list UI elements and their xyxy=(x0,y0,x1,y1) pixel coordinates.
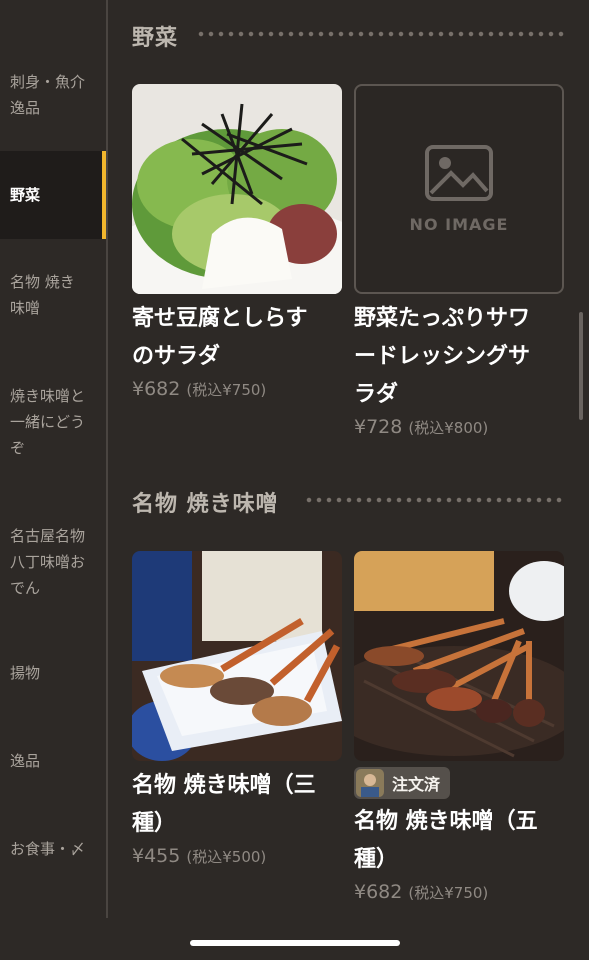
sidebar-item-label: 焼き味噌と xyxy=(10,387,86,405)
menu-list: 野菜 寄せ豆腐としらす のサラダ ¥682 (税込¥750) NO IMAGE … xyxy=(108,0,589,960)
category-sidebar: 刺身・魚介逸品 野菜 名物 焼き味噌 焼き味噌と一緒にどうぞ 名古屋名物八丁味噌… xyxy=(0,0,108,918)
sidebar-item-meals[interactable]: お食事・〆 xyxy=(0,834,106,864)
sidebar-item-label: ぞ xyxy=(10,439,26,457)
ordered-badge-label: 注文済 xyxy=(392,775,441,794)
no-image-placeholder: NO IMAGE xyxy=(354,84,564,294)
no-image-label: NO IMAGE xyxy=(409,214,509,234)
sidebar-item-sashimi[interactable]: 刺身・魚介 逸品 xyxy=(0,66,106,124)
sidebar-item-label: 一緒にどう xyxy=(10,413,86,431)
menu-item-price: ¥682 (税込¥750) xyxy=(354,881,489,903)
menu-item-card[interactable]: 寄せ豆腐としらす のサラダ ¥682 (税込¥750) xyxy=(132,84,342,400)
sidebar-item-label: 名物 焼き xyxy=(10,273,75,291)
sidebar-item-label: お食事・〆 xyxy=(10,840,86,858)
sidebar-item-yaki-miso[interactable]: 名物 焼き 味噌 xyxy=(0,266,106,324)
menu-item-card[interactable]: 名物 焼き味噌（三 種） ¥455 (税込¥500) xyxy=(132,551,342,867)
menu-item-price: ¥455 (税込¥500) xyxy=(132,845,267,867)
menu-item-name: 野菜たっぷりサワ ードレッシングサ ラダ xyxy=(354,306,531,407)
sidebar-item-fried[interactable]: 揚物 xyxy=(0,658,106,688)
sidebar-item-label: 名古屋名物 xyxy=(10,527,86,545)
sidebar-item-label: でん xyxy=(10,579,41,597)
section-divider xyxy=(304,497,565,503)
sidebar-item-label: 八丁味噌お xyxy=(10,553,86,571)
menu-item-name: 寄せ豆腐としらす のサラダ xyxy=(132,306,308,369)
sidebar-item-label: 逸品 xyxy=(10,99,41,117)
sidebar-item-oden[interactable]: 名古屋名物八丁味噌おでん xyxy=(0,520,106,604)
sidebar-item-specialty[interactable]: 逸品 xyxy=(0,746,106,776)
scrollbar[interactable] xyxy=(579,312,583,420)
sidebar-item-label: 逸品 xyxy=(10,752,41,770)
menu-item-price: ¥728 (税込¥800) xyxy=(354,416,489,438)
tofu-salad-image xyxy=(132,84,342,294)
menu-item-card[interactable]: NO IMAGE 野菜たっぷりサワ ードレッシングサ ラダ ¥728 (税込¥8… xyxy=(354,84,564,438)
section-title-vegetables: 野菜 xyxy=(132,26,179,51)
image-placeholder-icon xyxy=(425,144,493,201)
ordered-badge: 注文済 xyxy=(354,767,451,799)
sidebar-item-label: 刺身・魚介 xyxy=(10,73,86,91)
sidebar-item-label: 揚物 xyxy=(10,664,41,682)
miso-five-image xyxy=(354,551,564,761)
menu-item-name: 名物 焼き味噌（五 種） xyxy=(354,809,538,872)
section-divider xyxy=(196,31,565,37)
home-indicator[interactable] xyxy=(190,940,400,946)
menu-item-name: 名物 焼き味噌（三 種） xyxy=(132,773,316,836)
menu-item-price: ¥682 (税込¥750) xyxy=(132,378,267,400)
sidebar-item-with-miso[interactable]: 焼き味噌と一緒にどうぞ xyxy=(0,380,106,464)
miso-three-image xyxy=(132,551,342,761)
section-title-yaki-miso: 名物 焼き味噌 xyxy=(132,492,279,517)
sidebar-item-label: 野菜 xyxy=(10,186,41,204)
avatar xyxy=(356,769,384,797)
menu-item-card[interactable]: 注文済 名物 焼き味噌（五 種） ¥682 (税込¥750) xyxy=(354,551,564,903)
sidebar-item-vegetables[interactable]: 野菜 xyxy=(0,151,106,239)
sidebar-item-label: 味噌 xyxy=(10,299,41,317)
